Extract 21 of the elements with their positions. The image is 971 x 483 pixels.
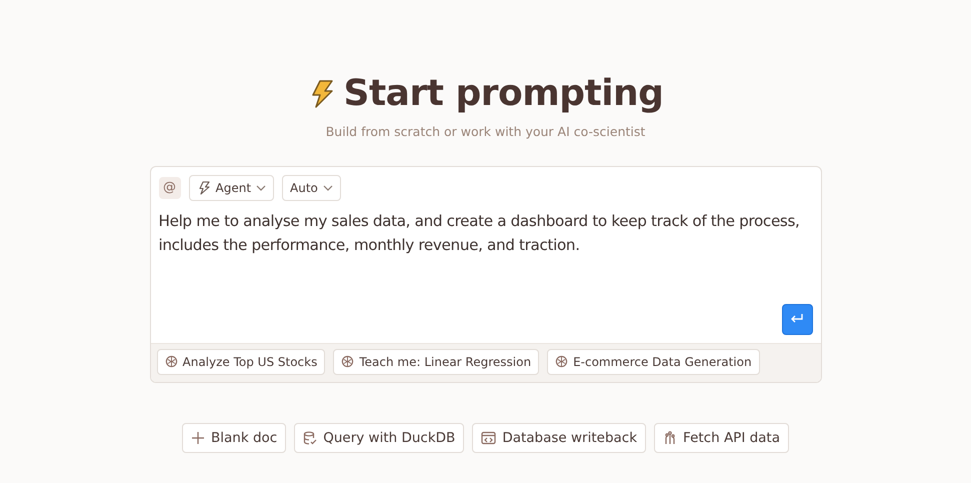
page-subtitle: Build from scratch or work with your AI co-scientist — [326, 123, 646, 142]
prompt-box[interactable] — [150, 166, 822, 383]
chevron-down-icon — [322, 184, 333, 191]
suggestion-chip[interactable]: Analyze Top US Stocks — [156, 348, 326, 375]
suggestion-chip[interactable]: Teach me: Linear Regression — [333, 348, 540, 375]
chevron-down-icon — [256, 184, 266, 191]
database-icon — [303, 431, 318, 446]
suggestion-chip[interactable]: E-commerce Data Generation — [547, 348, 760, 375]
lightning-icon — [196, 180, 210, 195]
branch-icon — [663, 431, 678, 446]
quick-action-button[interactable]: Blank doc — [182, 422, 286, 454]
quick-action-button[interactable]: Database writeback — [472, 422, 646, 454]
code-window-icon — [481, 431, 496, 446]
send-button[interactable] — [782, 304, 812, 335]
quick-action-button[interactable]: Fetch API data — [654, 422, 789, 454]
mode-dropdown[interactable]: Agent — [188, 174, 274, 201]
page-title: Start prompting — [344, 72, 664, 116]
model-dropdown[interactable]: Auto — [282, 174, 341, 201]
plus-icon — [191, 431, 205, 446]
quick-action-button[interactable]: Query with DuckDB — [294, 422, 464, 454]
mention-button[interactable]: @ — [158, 176, 180, 199]
